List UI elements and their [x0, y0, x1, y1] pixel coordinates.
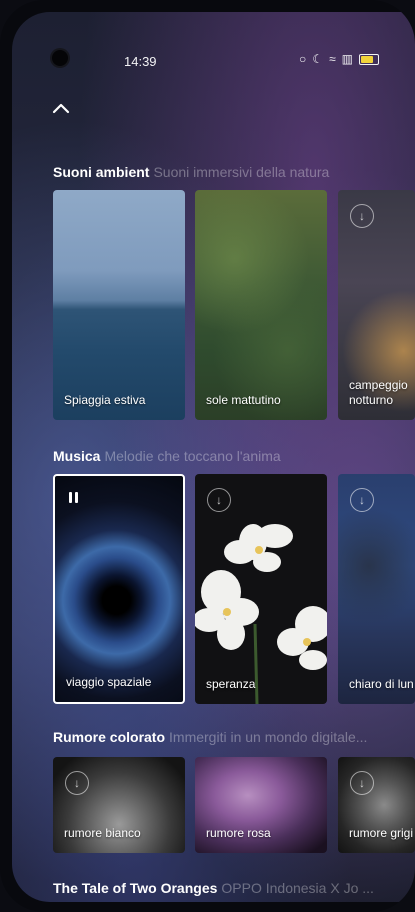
card-sole-mattutino[interactable]: sole mattutino — [195, 190, 327, 420]
card-rumore-rosa[interactable]: rumore rosa — [195, 757, 327, 853]
phone-frame: 14:39 ○ ☾ ≈ ▥ Suoni ambient Suoni immersi… — [0, 0, 415, 912]
section-title: Rumore colorato — [53, 729, 166, 745]
card-label: Spiaggia estiva — [64, 393, 146, 407]
card-label: campeggio notturno — [349, 378, 408, 407]
card-speranza[interactable]: ↓ speranza — [195, 474, 327, 704]
section-ambient-header: Suoni ambient Suoni immersivi della natur… — [53, 164, 329, 180]
alarm-icon: ○ — [299, 52, 307, 66]
card-campeggio-notturno[interactable]: ↓ campeggio notturno — [338, 190, 415, 420]
section-title: Suoni ambient — [53, 164, 150, 180]
moon-icon: ☾ — [312, 52, 324, 66]
status-time: 14:39 — [124, 54, 157, 69]
section-title: The Tale of Two Oranges — [53, 880, 218, 896]
card-label: sole mattutino — [206, 393, 281, 407]
front-camera — [52, 50, 68, 66]
card-label: viaggio spaziale — [66, 675, 152, 689]
section-title: Musica — [53, 448, 101, 464]
card-spiaggia-estiva[interactable]: Spiaggia estiva — [53, 190, 185, 420]
card-label: rumore grigi — [349, 826, 414, 840]
status-icons: ○ ☾ ≈ ▥ — [299, 52, 379, 66]
card-label: speranza — [206, 677, 256, 691]
download-icon[interactable]: ↓ — [350, 771, 374, 795]
download-icon[interactable]: ↓ — [350, 488, 374, 512]
section-subtitle: OPPO Indonesia X Jo ... — [221, 880, 374, 896]
signal-icon: ▥ — [341, 52, 353, 66]
download-icon[interactable]: ↓ — [207, 488, 231, 512]
card-label: rumore rosa — [206, 826, 271, 840]
chevron-up-icon — [52, 103, 70, 114]
wifi-icon: ≈ — [329, 52, 336, 66]
section-music-header: Musica Melodie che toccano l'anima — [53, 448, 281, 464]
download-icon[interactable]: ↓ — [350, 204, 374, 228]
card-label: chiaro di lun — [349, 677, 414, 691]
card-rumore-bianco[interactable]: ↓ rumore bianco — [53, 757, 185, 853]
card-chiaro-di-luna[interactable]: ↓ chiaro di lun — [338, 474, 415, 704]
collapse-button[interactable] — [52, 98, 78, 118]
section-subtitle: Suoni immersivi della natura — [153, 164, 330, 180]
pause-icon[interactable] — [69, 492, 78, 503]
card-viaggio-spaziale[interactable]: viaggio spaziale — [53, 474, 185, 704]
screen: 14:39 ○ ☾ ≈ ▥ Suoni ambient Suoni immersi… — [12, 12, 415, 902]
download-icon[interactable]: ↓ — [65, 771, 89, 795]
battery-icon — [359, 53, 379, 65]
card-label: rumore bianco — [64, 826, 141, 840]
section-subtitle: Immergiti in un mondo digitale... — [169, 729, 368, 745]
section-story-header[interactable]: The Tale of Two Oranges OPPO Indonesia X … — [53, 880, 374, 896]
card-rumore-grigio[interactable]: ↓ rumore grigi — [338, 757, 415, 853]
section-noise-header: Rumore colorato Immergiti in un mondo dig… — [53, 729, 367, 745]
section-subtitle: Melodie che toccano l'anima — [104, 448, 281, 464]
